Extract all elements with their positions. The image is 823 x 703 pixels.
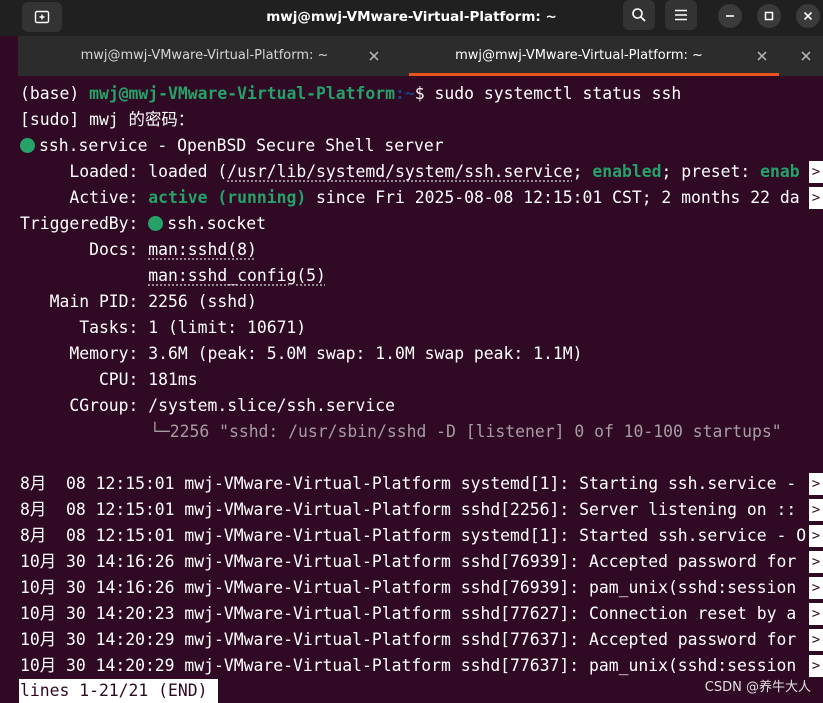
tab-bar: mwj@mwj-VMware-Virtual-Platform: ~ mwj@m… — [18, 36, 823, 76]
active-label: Active: — [20, 188, 149, 207]
cgroup-process: 2256 "sshd: /usr/sbin/sshd -D [listener]… — [169, 422, 782, 441]
prompt-line: (base) mwj@mwj-VMware-Virtual-Platform:~… — [20, 81, 681, 107]
overflow-marker: > — [809, 655, 823, 677]
service-title: ssh.service - OpenBSD Secure Shell serve… — [39, 136, 444, 155]
overflow-marker: > — [809, 603, 823, 625]
overflow-marker: > — [809, 187, 823, 209]
tasks-line: Tasks: 1 (limit: 10671) — [20, 318, 307, 337]
log-line: 8月 08 12:15:01 mwj-VMware-Virtual-Platfo… — [20, 474, 807, 493]
status-dot-icon — [148, 216, 164, 231]
overflow-marker: > — [809, 161, 823, 183]
log-line: 8月 08 12:15:01 mwj-VMware-Virtual-Platfo… — [20, 526, 807, 545]
sudo-prompt: [sudo] mwj 的密码： — [20, 110, 195, 129]
cpu-line: CPU: 181ms — [20, 370, 198, 389]
title-bar: mwj@mwj-VMware-Virtual-Platform: ~ — [0, 0, 823, 36]
minimize-button[interactable] — [718, 4, 742, 28]
watermark: CSDN @养牛大人 — [704, 680, 811, 695]
menu-button[interactable] — [665, 0, 697, 30]
docs-indent — [20, 266, 148, 285]
log-line: 10月 30 14:20:29 mwj-VMware-Virtual-Platf… — [20, 630, 797, 649]
search-button[interactable] — [623, 0, 655, 30]
tab-close-icon[interactable] — [755, 49, 769, 63]
loaded-line: Loaded: loaded (/usr/lib/systemd/system/… — [20, 159, 800, 185]
command-text: sudo systemctl status ssh — [434, 84, 682, 103]
loaded-sep: ; — [572, 162, 593, 181]
cgroup-value: /system.slice/ssh.service — [148, 396, 395, 415]
close-button[interactable] — [796, 4, 820, 28]
loaded-state: loaded ( — [148, 162, 228, 181]
search-icon — [632, 8, 646, 22]
unit-file-path[interactable]: /usr/lib/systemd/system/ssh.service — [227, 162, 572, 181]
active-since: since Fri 2025-08-08 12:15:01 CST; 2 mon… — [306, 188, 800, 207]
docs-link[interactable]: man:sshd_config(5) — [148, 266, 326, 285]
log-line: 10月 30 14:20:29 mwj-VMware-Virtual-Platf… — [20, 656, 797, 675]
enabled-state: enabled — [592, 162, 662, 181]
tab-2[interactable]: mwj@mwj-VMware-Virtual-Platform: ~ — [409, 36, 779, 76]
service-line: ssh.service - OpenBSD Secure Shell serve… — [20, 133, 444, 159]
active-state: active (running) — [148, 188, 307, 207]
trigger-unit: ssh.socket — [167, 214, 266, 233]
pager-status: lines 1-21/21 (END) — [19, 679, 218, 703]
terminal-output[interactable]: (base) mwj@mwj-VMware-Virtual-Platform:~… — [0, 76, 823, 703]
preset-label: ; preset: — [661, 162, 761, 181]
docs-label: Docs: — [20, 240, 149, 259]
menu-icon — [675, 9, 687, 21]
cgroup-line: CGroup: /system.slice/ssh.service — [20, 393, 395, 419]
maximize-icon — [764, 11, 774, 21]
overflow-marker: > — [809, 473, 823, 495]
window-title: mwj@mwj-VMware-Virtual-Platform: ~ — [266, 9, 557, 25]
close-icon — [803, 11, 813, 21]
main-pid-line: Main PID: 2256 (sshd) — [20, 292, 257, 311]
cgroup-child-line: └─2256 "sshd: /usr/sbin/sshd -D [listene… — [150, 419, 782, 445]
loaded-label: Loaded: — [20, 162, 149, 181]
overflow-marker: > — [809, 629, 823, 651]
overflow-marker: > — [809, 577, 823, 599]
status-dot-icon — [20, 138, 35, 153]
log-line: 10月 30 14:20:23 mwj-VMware-Virtual-Platf… — [20, 604, 797, 623]
log-line: 8月 08 12:15:01 mwj-VMware-Virtual-Platfo… — [20, 500, 807, 519]
docs-line: Docs: man:sshd(8) — [20, 237, 257, 263]
tab-1[interactable]: mwj@mwj-VMware-Virtual-Platform: ~ — [18, 36, 391, 76]
maximize-button[interactable] — [757, 4, 781, 28]
triggered-label: TriggeredBy: — [20, 214, 149, 233]
user-host: mwj@mwj-VMware-Virtual-Platform — [89, 84, 395, 103]
minimize-icon — [726, 15, 734, 17]
overflow-marker: > — [809, 551, 823, 573]
docs-line-2: man:sshd_config(5) — [20, 263, 326, 289]
cwd-path: :~ — [395, 84, 415, 103]
log-line: 10月 30 14:16:26 mwj-VMware-Virtual-Platf… — [20, 578, 797, 597]
conda-env: (base) — [20, 84, 90, 103]
prompt-symbol: $ — [414, 84, 435, 103]
active-line: Active: active (running) since Fri 2025-… — [20, 185, 800, 211]
overflow-marker: > — [809, 499, 823, 521]
tab-close-icon[interactable] — [367, 49, 381, 63]
docs-link[interactable]: man:sshd(8) — [148, 240, 257, 259]
log-line: 10月 30 14:16:26 mwj-VMware-Virtual-Platf… — [20, 552, 797, 571]
triggered-line: TriggeredBy: ssh.socket — [20, 211, 266, 237]
tab-label: mwj@mwj-VMware-Virtual-Platform: ~ — [80, 48, 329, 63]
tab-close-icon[interactable] — [799, 49, 813, 63]
tree-branch-icon: └─ — [150, 422, 170, 441]
preset-state: enab — [760, 162, 800, 181]
memory-line: Memory: 3.6M (peak: 5.0M swap: 1.0M swap… — [20, 344, 583, 363]
tab-label: mwj@mwj-VMware-Virtual-Platform: ~ — [455, 48, 703, 63]
overflow-marker: > — [809, 525, 823, 547]
cgroup-label: CGroup: — [20, 396, 149, 415]
